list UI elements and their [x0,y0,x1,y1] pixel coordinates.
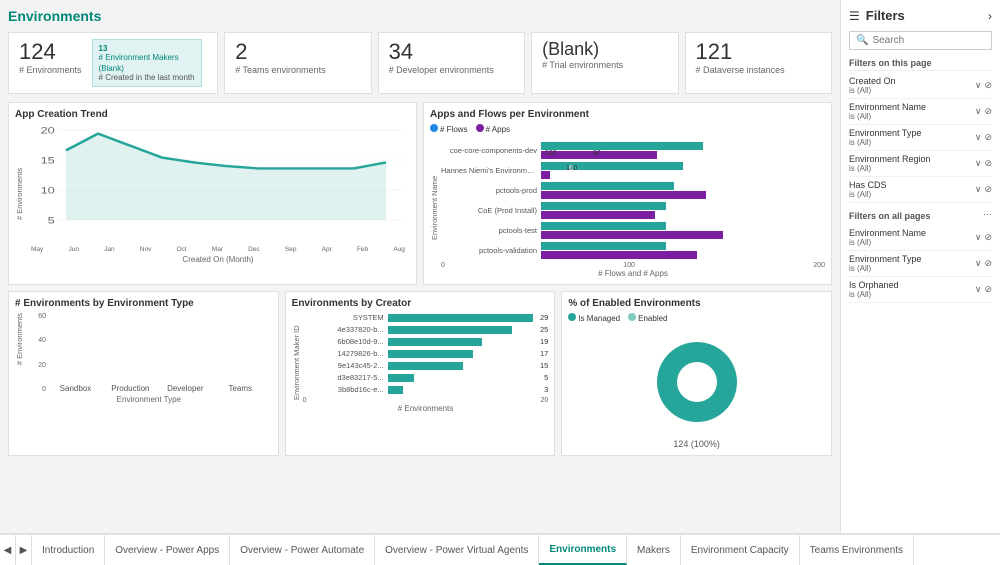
apps-flows-card: Apps and Flows per Environment # Flows #… [423,102,832,285]
env-by-creator-title: Environments by Creator [292,298,549,309]
filters-panel: ☰ Filters › 🔍 Filters on this page Creat… [840,0,1000,533]
kpi-number-environments: 124 [19,39,82,65]
filters-all-pages-more[interactable]: ··· [983,209,992,219]
apps-flows-bars: coe-core-components-dev Hannes Niemi's E… [441,142,825,259]
filters-all-pages-list: Environment Name is (All) ∨ ⊘ Environmen… [849,225,992,303]
kpi-row: 124 # Environments 13 # Environment Make… [8,32,832,94]
pie-chart: 124 (100%) [568,327,825,449]
svg-text:5: 5 [48,216,55,226]
tab-next-arrow[interactable]: ▶ [16,535,32,565]
app-creation-trend-title: App Creation Trend [15,109,410,120]
tab-teams-environments[interactable]: Teams Environments [800,535,914,565]
charts-row-1: App Creation Trend # Environments [8,102,832,285]
app-creation-trend-card: App Creation Trend # Environments [8,102,417,285]
kpi-teams: 2 # Teams environments [224,32,371,94]
search-input[interactable] [872,35,985,46]
filter-all-env-type: Environment Type is (All) ∨ ⊘ [849,251,992,277]
filter-env-type-chevron[interactable]: ∨ [975,132,982,143]
filter-icon: ☰ [849,9,860,23]
tab-bar: ◀ ▶ Introduction Overview - Power Apps O… [0,533,1000,565]
tab-environment-capacity[interactable]: Environment Capacity [681,535,800,565]
filter-all-env-type-chevron[interactable]: ∨ [975,258,982,269]
kpi-dataverse: 121 # Dataverse instances [685,32,832,94]
enabled-envs-card: % of Enabled Environments Is Managed Ena… [561,291,832,456]
creator-bars: SYSTEM29 4e337820-b...25 6b08e10d-9...19… [303,313,549,394]
filters-on-page-list: Created On is (All) ∨ ⊘ Environment Name… [849,73,992,203]
filter-is-orphaned-chevron[interactable]: ∨ [975,284,982,295]
filters-toggle-chevron[interactable]: › [988,9,992,23]
tab-environments[interactable]: Environments [539,535,627,565]
filter-has-cds-chevron[interactable]: ∨ [975,184,982,195]
filter-env-region-chevron[interactable]: ∨ [975,158,982,169]
tab-makers[interactable]: Makers [627,535,681,565]
filter-is-orphaned-clear[interactable]: ⊘ [984,284,992,295]
vbar-chart: 6040200 Sandbox Production Developer Tea… [26,313,272,393]
search-box[interactable]: 🔍 [849,31,992,50]
env-by-type-title: # Environments by Environment Type [15,298,272,309]
env-by-creator-card: Environments by Creator Environment Make… [285,291,556,456]
filter-all-env-name: Environment Name is (All) ∨ ⊘ [849,225,992,251]
tab-overview-power-virtual-agents[interactable]: Overview - Power Virtual Agents [375,535,539,565]
kpi-environments: 124 # Environments 13 # Environment Make… [8,32,218,94]
search-icon: 🔍 [856,35,868,46]
filters-title: Filters [866,8,905,23]
filter-created-on-clear[interactable]: ⊘ [984,80,992,91]
filter-env-type: Environment Type is (All) ∨ ⊘ [849,125,992,151]
filter-has-cds: Has CDS is (All) ∨ ⊘ [849,177,992,203]
tab-overview-power-apps[interactable]: Overview - Power Apps [105,535,230,565]
enabled-envs-title: % of Enabled Environments [568,298,825,309]
filter-env-region-clear[interactable]: ⊘ [984,158,992,169]
filter-is-orphaned: Is Orphaned is (All) ∨ ⊘ [849,277,992,303]
filter-env-name-chevron[interactable]: ∨ [975,106,982,117]
env-by-type-card: # Environments by Environment Type # Env… [8,291,279,456]
filter-all-env-name-clear[interactable]: ⊘ [984,232,992,243]
kpi-trial: (Blank) # Trial environments [531,32,678,94]
line-chart: 20 15 10 5 [26,124,410,244]
filter-env-type-clear[interactable]: ⊘ [984,132,992,143]
tab-introduction[interactable]: Introduction [32,535,105,565]
page-title: Environments [8,8,832,24]
filter-env-name-clear[interactable]: ⊘ [984,106,992,117]
tab-overview-power-automate[interactable]: Overview - Power Automate [230,535,375,565]
filter-all-env-name-chevron[interactable]: ∨ [975,232,982,243]
kpi-developer: 34 # Developer environments [378,32,525,94]
filters-header: ☰ Filters › [849,8,992,23]
svg-text:15: 15 [41,156,55,166]
tab-prev-arrow[interactable]: ◀ [0,535,16,565]
svg-text:20: 20 [41,126,55,136]
bottom-row: # Environments by Environment Type # Env… [8,291,832,456]
filters-all-pages-title: Filters on all pages [849,211,931,223]
filter-env-region: Environment Region is (All) ∨ ⊘ [849,151,992,177]
filter-has-cds-clear[interactable]: ⊘ [984,184,992,195]
svg-text:10: 10 [41,186,55,196]
apps-flows-title: Apps and Flows per Environment [430,109,825,120]
filter-all-env-type-clear[interactable]: ⊘ [984,258,992,269]
filter-created-on: Created On is (All) ∨ ⊘ [849,73,992,99]
filters-on-page-title: Filters on this page [849,58,992,71]
filter-created-on-chevron[interactable]: ∨ [975,80,982,91]
filter-env-name: Environment Name is (All) ∨ ⊘ [849,99,992,125]
